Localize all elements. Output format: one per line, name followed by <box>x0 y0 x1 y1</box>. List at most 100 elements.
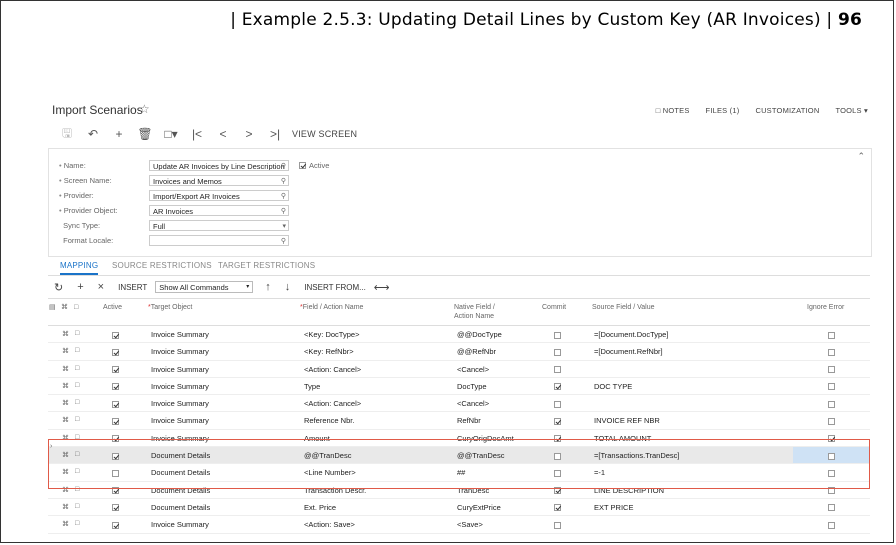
fit-columns-icon[interactable]: ⟷ <box>374 281 390 294</box>
move-down-icon[interactable]: ↓ <box>285 281 291 293</box>
commit-checkbox[interactable] <box>554 452 561 460</box>
search-icon[interactable]: ⚲ <box>281 161 286 170</box>
search-icon[interactable]: ⚲ <box>281 191 286 200</box>
favorite-star-icon[interactable]: ☆ <box>139 102 150 116</box>
ignore-error-checkbox[interactable] <box>828 400 835 408</box>
active-cell[interactable] <box>112 382 119 391</box>
attachment-icon[interactable]: ⌘ <box>62 347 69 355</box>
note-icon[interactable]: □ <box>75 486 79 493</box>
search-icon[interactable]: ⚲ <box>281 236 286 245</box>
target-object-cell[interactable]: Invoice Summary <box>151 347 209 356</box>
attachment-icon[interactable]: ⌘ <box>62 503 69 511</box>
previous-record-icon[interactable]: < <box>210 127 236 141</box>
active-checkbox[interactable]: Active <box>299 161 329 170</box>
field-action-cell[interactable]: <Action: Cancel> <box>304 399 361 408</box>
attachment-icon[interactable]: ⌘ <box>62 330 69 338</box>
commit-cell[interactable] <box>554 347 561 356</box>
ignore-error-cell[interactable] <box>828 520 835 529</box>
table-row[interactable]: ⌘ □ Invoice Summary <Key: DocType> @@DocType… <box>48 326 870 344</box>
ignore-error-checkbox[interactable] <box>828 366 835 374</box>
commit-cell[interactable] <box>554 382 561 391</box>
note-icon[interactable]: □ <box>75 365 79 372</box>
active-cell[interactable] <box>112 486 119 495</box>
ignore-error-cell[interactable] <box>828 365 835 374</box>
field-action-cell[interactable]: <Action: Cancel> <box>304 365 361 374</box>
table-row[interactable]: ⌘ □ Invoice Summary <Action: Cancel> <Cancel… <box>48 395 870 413</box>
last-record-icon[interactable]: >| <box>262 127 288 141</box>
source-field-cell[interactable]: LINE DESCRIPTION <box>594 486 664 495</box>
commit-checkbox[interactable] <box>554 366 561 374</box>
commit-checkbox[interactable] <box>554 521 561 529</box>
target-object-cell[interactable]: Invoice Summary <box>151 434 209 443</box>
ignore-error-checkbox[interactable] <box>828 469 835 477</box>
native-field-cell[interactable]: @@DocType <box>457 330 502 339</box>
note-icon[interactable]: □ <box>75 399 79 406</box>
target-object-cell[interactable]: Invoice Summary <box>151 382 209 391</box>
undo-icon[interactable]: ↶ <box>80 127 106 141</box>
ignore-error-cell[interactable] <box>828 347 835 356</box>
ignore-error-cell[interactable] <box>828 399 835 408</box>
commit-checkbox[interactable] <box>554 418 561 425</box>
active-checkbox[interactable] <box>112 435 119 443</box>
view-screen-button[interactable]: VIEW SCREEN <box>292 129 357 139</box>
ignore-error-checkbox[interactable] <box>828 418 835 425</box>
name-field[interactable]: Update AR Invoices by Line Description ⚲ <box>149 160 289 171</box>
native-field-cell[interactable]: RefNbr <box>457 416 481 425</box>
active-cell[interactable] <box>112 451 119 460</box>
active-checkbox[interactable] <box>112 487 119 495</box>
field-action-cell[interactable]: @@TranDesc <box>304 451 351 460</box>
move-up-icon[interactable]: ↑ <box>265 281 271 293</box>
field-action-cell[interactable]: Reference Nbr. <box>304 416 354 425</box>
attachment-icon[interactable]: ⌘ <box>62 382 69 390</box>
col-active[interactable]: Active <box>103 303 122 312</box>
ignore-error-cell[interactable] <box>828 416 835 425</box>
native-field-cell[interactable]: CuryOrigDocAmt <box>457 434 514 443</box>
active-cell[interactable] <box>112 468 119 477</box>
active-cell[interactable] <box>112 330 119 339</box>
ignore-error-cell[interactable] <box>828 382 835 391</box>
attachment-icon[interactable]: ⌘ <box>62 434 69 442</box>
command-filter-select[interactable]: Show All Commands ▾ <box>155 281 254 293</box>
source-field-cell[interactable]: =[Transactions.TranDesc] <box>594 451 680 460</box>
ignore-error-checkbox[interactable] <box>828 435 835 443</box>
target-object-cell[interactable]: Document Details <box>151 468 210 477</box>
commit-checkbox[interactable] <box>554 331 561 339</box>
ignore-error-checkbox[interactable] <box>828 383 835 391</box>
native-field-cell[interactable]: <Cancel> <box>457 365 489 374</box>
native-field-cell[interactable]: DocType <box>457 382 487 391</box>
native-field-cell[interactable]: TranDesc <box>457 486 489 495</box>
active-checkbox[interactable] <box>112 418 119 425</box>
commit-checkbox[interactable] <box>554 383 561 391</box>
active-checkbox[interactable] <box>112 521 119 529</box>
active-checkbox[interactable] <box>112 383 119 391</box>
active-cell[interactable] <box>112 365 119 374</box>
active-checkbox[interactable] <box>112 452 119 460</box>
field-action-cell[interactable]: <Key: RefNbr> <box>304 347 354 356</box>
commit-cell[interactable] <box>554 434 561 443</box>
active-checkbox[interactable] <box>112 348 119 356</box>
field-action-cell[interactable]: Amount <box>304 434 330 443</box>
note-icon[interactable]: □ <box>75 347 79 354</box>
source-field-cell[interactable]: DOC TYPE <box>594 382 632 391</box>
add-row-icon[interactable]: + <box>77 281 83 293</box>
target-object-cell[interactable]: Invoice Summary <box>151 416 209 425</box>
field-action-cell[interactable]: Transaction Descr. <box>304 486 366 495</box>
provider-object-field[interactable]: AR Invoices ⚲ <box>149 205 289 216</box>
attachment-icon[interactable]: ⌘ <box>62 468 69 476</box>
table-row[interactable]: ⌘ □ Invoice Summary <Key: RefNbr> @@RefNbr =[… <box>48 343 870 361</box>
commit-checkbox[interactable] <box>554 435 561 443</box>
ignore-error-checkbox[interactable] <box>828 452 835 460</box>
field-action-cell[interactable]: <Action: Save> <box>304 520 355 529</box>
target-object-cell[interactable]: Invoice Summary <box>151 399 209 408</box>
ignore-error-cell[interactable] <box>828 486 835 495</box>
source-field-cell[interactable]: TOTAL AMOUNT <box>594 434 651 443</box>
field-action-cell[interactable]: <Line Number> <box>304 468 356 477</box>
provider-field[interactable]: Import/Export AR Invoices ⚲ <box>149 190 289 201</box>
note-icon[interactable]: □ <box>75 451 79 458</box>
active-cell[interactable] <box>112 416 119 425</box>
target-object-cell[interactable]: Invoice Summary <box>151 520 209 529</box>
delete-icon[interactable]: 🗑 <box>132 127 158 141</box>
first-record-icon[interactable]: |< <box>184 127 210 141</box>
target-object-cell[interactable]: Invoice Summary <box>151 330 209 339</box>
ignore-error-cell[interactable] <box>828 451 835 460</box>
